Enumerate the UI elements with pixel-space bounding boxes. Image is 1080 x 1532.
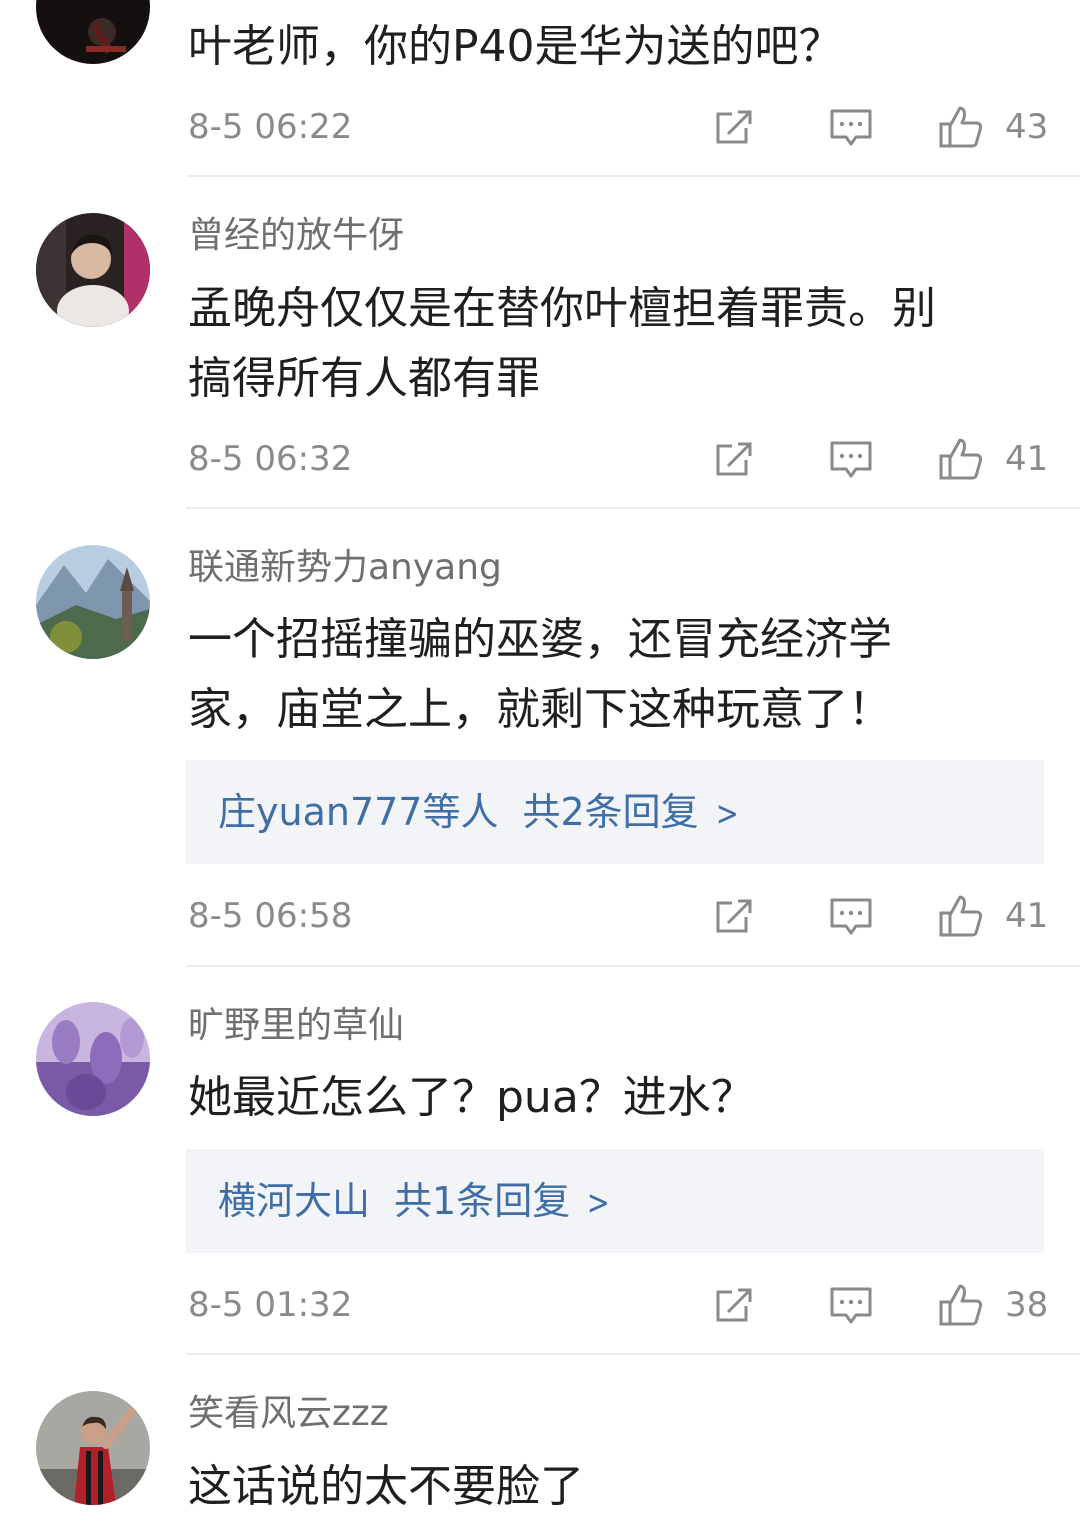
share-icon[interactable] [712, 1282, 758, 1328]
divider [186, 507, 1080, 509]
like-count: 41 [1005, 896, 1049, 936]
timestamp: 8-5 01:32 [188, 1285, 353, 1325]
comment-text: 她最近怎么了？pua？进水？ [188, 1063, 1028, 1133]
comment-text: 孟晚舟仅仅是在替你叶檀担着罪责。别 搞得所有人都有罪 [188, 274, 1028, 414]
divider [186, 965, 1080, 967]
reply-users: 庄yuan777等人 [218, 790, 499, 834]
comment-text-line: 叶老师，你的P40是华为送的吧？ [188, 21, 843, 72]
timestamp: 8-5 06:58 [188, 896, 353, 936]
avatar[interactable] [36, 213, 150, 327]
comment-text: 一个招摇撞骗的巫婆，还冒充经济学 家，庙堂之上，就剩下这种玩意了！ [188, 605, 1028, 745]
comment-meta: 8-5 06:22 43 [188, 102, 1048, 152]
avatar[interactable] [36, 545, 150, 659]
replies-summary-link[interactable]: 横河大山 共1条回复 > [186, 1149, 1044, 1253]
reply-users: 横河大山 [218, 1179, 371, 1223]
share-icon[interactable] [712, 436, 758, 482]
avatar[interactable] [36, 0, 150, 64]
comment-text-line: 孟晚舟仅仅是在替你叶檀担着罪责。别 [188, 283, 936, 334]
comment-text-line: 这话说的太不要脸了 [188, 1461, 584, 1512]
comment-text-line: 搞得所有人都有罪 [188, 353, 540, 404]
like-count: 38 [1005, 1285, 1049, 1325]
like-count: 41 [1005, 439, 1049, 479]
divider [186, 1353, 1080, 1355]
replies-summary-link[interactable]: 庄yuan777等人 共2条回复 > [186, 760, 1044, 864]
share-icon[interactable] [712, 893, 758, 939]
reply-count: 共2条回复 [522, 790, 699, 834]
username[interactable]: 笑看风云zzz [188, 1392, 389, 1436]
comment-meta: 8-5 06:32 41 [188, 434, 1048, 484]
chevron-right-icon: > [587, 1183, 610, 1223]
comment-icon[interactable] [828, 104, 874, 150]
thumbs-up-icon[interactable] [938, 893, 984, 939]
reply-count: 共1条回复 [394, 1179, 571, 1223]
avatar[interactable] [36, 1391, 150, 1505]
share-icon[interactable] [712, 104, 758, 150]
timestamp: 8-5 06:32 [188, 439, 353, 479]
comment-icon[interactable] [828, 436, 874, 482]
comment-icon[interactable] [828, 893, 874, 939]
timestamp: 8-5 06:22 [188, 107, 353, 147]
comment-text-line: 她最近怎么了？pua？进水？ [188, 1072, 755, 1123]
thumbs-up-icon[interactable] [938, 436, 984, 482]
comment-text-line: 家，庙堂之上，就剩下这种玩意了！ [188, 684, 892, 735]
comment-text-line: 一个招摇撞骗的巫婆，还冒充经济学 [188, 614, 892, 665]
chevron-right-icon: > [715, 794, 739, 834]
like-count: 43 [1005, 107, 1049, 147]
username[interactable]: 曾经的放牛伢 [188, 214, 404, 258]
thumbs-up-icon[interactable] [938, 1282, 984, 1328]
comment-text: 这话说的太不要脸了 [188, 1452, 1028, 1522]
divider [186, 175, 1080, 177]
comment-meta: 8-5 06:58 41 [188, 891, 1048, 941]
comment-meta: 8-5 01:32 38 [188, 1280, 1048, 1330]
username[interactable]: 旷野里的草仙 [188, 1004, 404, 1048]
thumbs-up-icon[interactable] [938, 104, 984, 150]
comment-icon[interactable] [828, 1282, 874, 1328]
username[interactable]: 联通新势力anyang [188, 546, 502, 590]
avatar[interactable] [36, 1002, 150, 1116]
comment-text: 叶老师，你的P40是华为送的吧？ [188, 12, 1028, 82]
